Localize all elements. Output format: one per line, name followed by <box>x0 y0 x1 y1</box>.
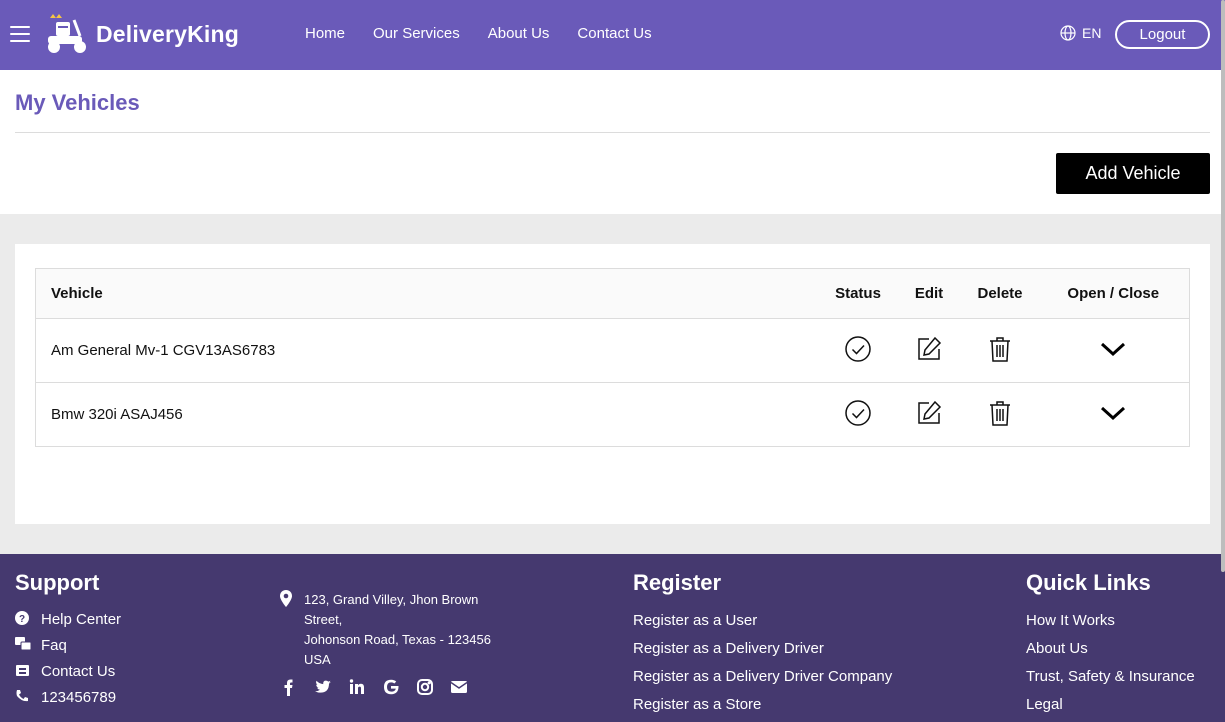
register-driver-company-link[interactable]: Register as a Delivery Driver Company <box>633 662 892 690</box>
main-nav: Home Our Services About Us Contact Us <box>305 25 652 42</box>
column-header-status: Status <box>820 268 896 319</box>
vehicles-card: Vehicle Status Edit Delete Open / Close … <box>15 244 1210 524</box>
vehicle-name: Bmw 320i ASAJ456 <box>35 382 821 447</box>
google-icon[interactable] <box>382 678 400 696</box>
linkedin-icon[interactable] <box>348 678 366 696</box>
twitter-icon[interactable] <box>314 678 332 696</box>
map-pin-icon <box>280 590 292 670</box>
table-row: Am General Mv-1 CGV13AS6783 <box>35 318 1190 383</box>
faq-label: Faq <box>41 636 67 654</box>
trust-safety-link[interactable]: Trust, Safety & Insurance <box>1026 662 1195 690</box>
add-vehicle-button[interactable]: Add Vehicle <box>1056 153 1210 194</box>
column-header-edit: Edit <box>895 268 963 319</box>
question-circle-icon: ? <box>15 611 31 627</box>
contact-us-label: Contact Us <box>41 662 116 680</box>
status-check-icon[interactable] <box>845 399 871 426</box>
language-selector[interactable]: EN <box>1060 25 1101 41</box>
vehicle-name: Am General Mv-1 CGV13AS6783 <box>35 318 821 383</box>
help-center-link[interactable]: ? Help Center <box>15 606 121 632</box>
nav-home[interactable]: Home <box>305 25 345 42</box>
page-scrollbar[interactable] <box>1221 0 1225 572</box>
how-it-works-link[interactable]: How It Works <box>1026 606 1195 634</box>
delete-trash-icon[interactable] <box>988 399 1012 427</box>
vehicles-table: Vehicle Status Edit Delete Open / Close … <box>35 268 1190 447</box>
contact-us-link[interactable]: Contact Us <box>15 658 121 684</box>
nav-about-us[interactable]: About Us <box>488 25 550 42</box>
table-header-row: Vehicle Status Edit Delete Open / Close <box>35 268 1190 319</box>
column-header-delete: Delete <box>962 268 1038 319</box>
globe-icon <box>1060 25 1076 41</box>
legal-link[interactable]: Legal <box>1026 690 1195 718</box>
page-title: My Vehicles <box>15 90 140 115</box>
support-links: ? Help Center Faq Contact Us 123456789 <box>15 606 121 710</box>
brand-name: DeliveryKing <box>96 20 240 47</box>
menu-icon[interactable] <box>10 26 30 44</box>
faq-icon <box>15 637 31 653</box>
delivery-scooter-icon <box>48 14 86 53</box>
help-center-label: Help Center <box>41 610 122 628</box>
address-line: USA <box>304 652 331 667</box>
brand-logo[interactable]: DeliveryKing <box>44 14 239 54</box>
edit-icon[interactable] <box>915 335 943 363</box>
footer-register-title: Register <box>633 570 722 595</box>
status-check-icon[interactable] <box>845 335 871 362</box>
quick-links: How It Works About Us Trust, Safety & In… <box>1026 606 1195 718</box>
register-user-link[interactable]: Register as a User <box>633 606 892 634</box>
phone-label: 123456789 <box>41 688 117 706</box>
edit-icon[interactable] <box>915 399 943 427</box>
footer-support: Support ? Help Center Faq Contact Us 123… <box>15 570 121 710</box>
footer-quick-links: Quick Links How It Works About Us Trust,… <box>1026 570 1195 718</box>
about-us-link[interactable]: About Us <box>1026 634 1195 662</box>
nav-contact-us[interactable]: Contact Us <box>577 25 651 42</box>
delete-trash-icon[interactable] <box>988 335 1012 363</box>
register-links: Register as a User Register as a Deliver… <box>633 606 892 718</box>
facebook-icon[interactable] <box>280 678 298 696</box>
logout-button[interactable]: Logout <box>1115 20 1210 49</box>
footer-quick-links-title: Quick Links <box>1026 570 1151 595</box>
email-icon[interactable] <box>450 678 468 696</box>
footer-register: Register Register as a User Register as … <box>633 570 892 718</box>
phone-link[interactable]: 123456789 <box>15 684 121 710</box>
table-row: Bmw 320i ASAJ456 <box>35 382 1190 447</box>
site-footer: Support ? Help Center Faq Contact Us 123… <box>0 554 1225 722</box>
svg-text:?: ? <box>19 614 25 625</box>
footer-address: 123, Grand Villey, Jhon Brown Street, Jo… <box>280 590 514 670</box>
instagram-icon[interactable] <box>416 678 434 696</box>
column-header-vehicle: Vehicle <box>35 268 821 319</box>
faq-link[interactable]: Faq <box>15 632 121 658</box>
address-line: Street, <box>304 612 343 627</box>
language-label: EN <box>1082 25 1102 41</box>
divider <box>15 132 1210 133</box>
register-driver-link[interactable]: Register as a Delivery Driver <box>633 634 892 662</box>
top-navbar: DeliveryKing Home Our Services About Us … <box>0 0 1225 70</box>
footer-support-title: Support <box>15 570 100 595</box>
chevron-down-icon[interactable] <box>1100 341 1126 357</box>
address-line: 123, Grand Villey, Jhon Brown <box>304 592 479 607</box>
register-store-link[interactable]: Register as a Store <box>633 690 892 718</box>
phone-icon <box>15 689 31 705</box>
social-links <box>280 678 468 696</box>
contact-icon <box>15 663 31 679</box>
chevron-down-icon[interactable] <box>1100 405 1126 421</box>
page-header: My Vehicles Add Vehicle <box>0 70 1225 214</box>
address-line: Johonson Road, Texas - 123456 <box>304 632 491 647</box>
nav-our-services[interactable]: Our Services <box>373 25 460 42</box>
column-header-open-close: Open / Close <box>1037 268 1190 319</box>
